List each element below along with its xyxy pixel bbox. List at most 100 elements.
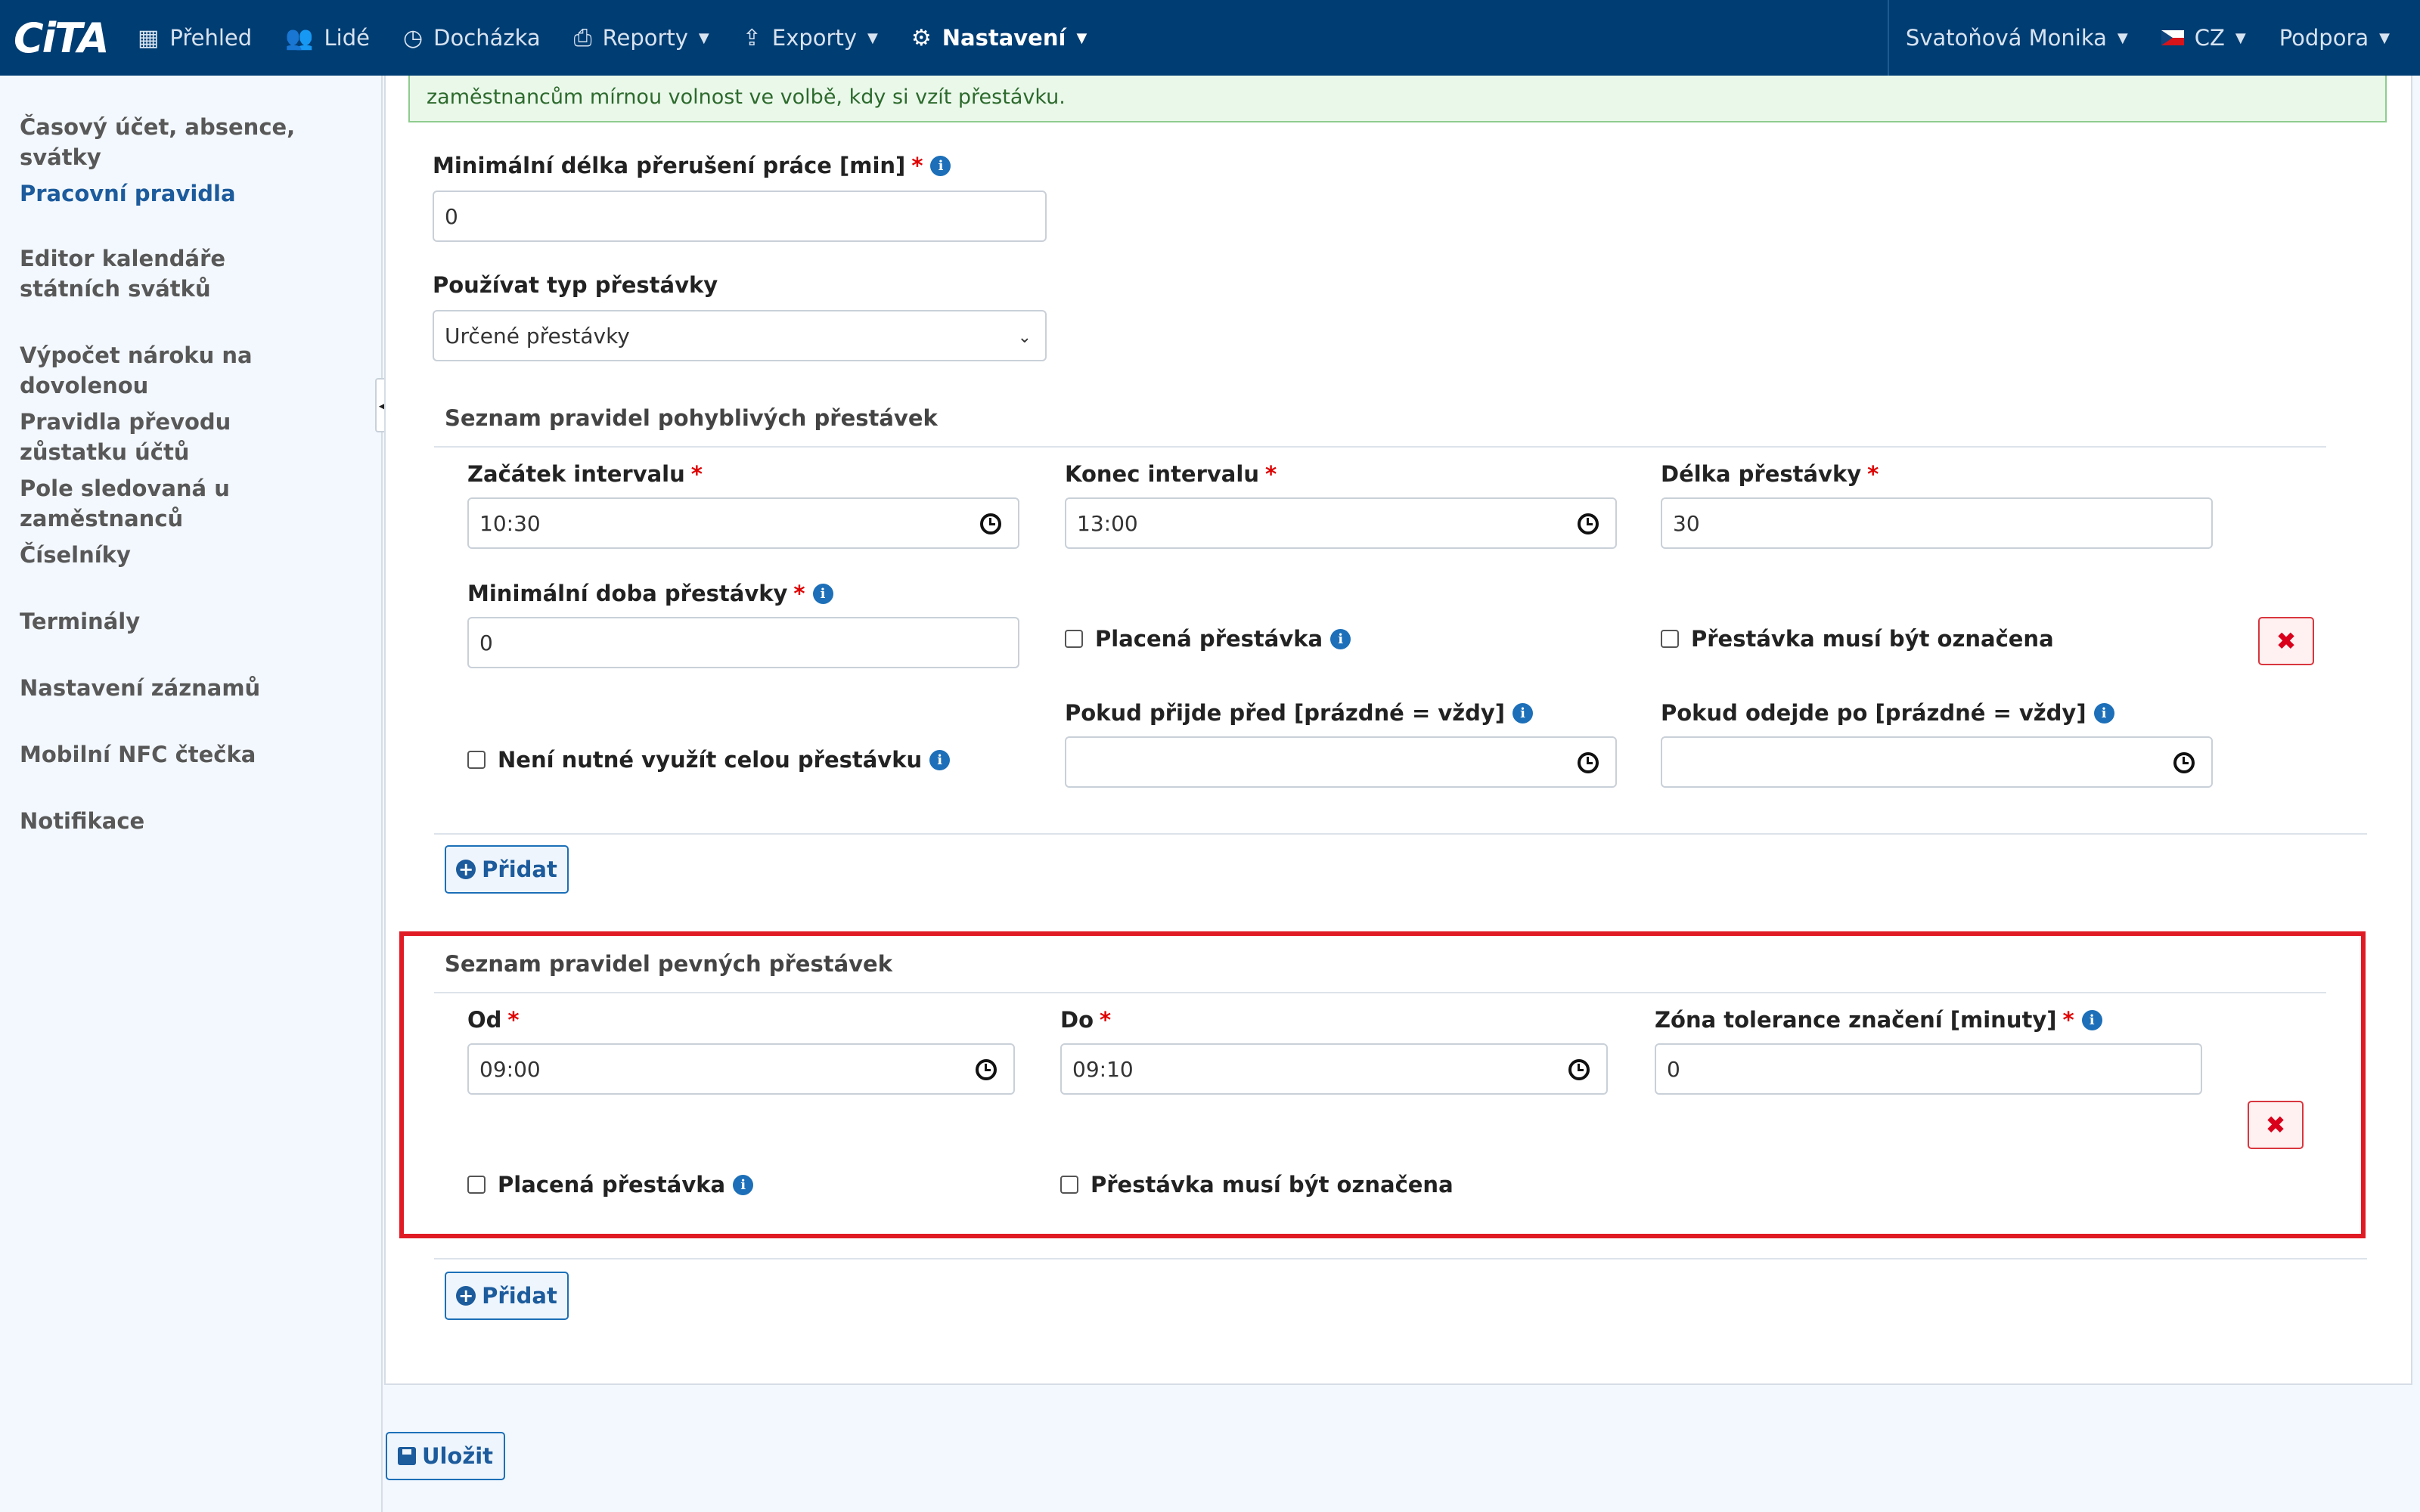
- required-mark: *: [690, 461, 703, 487]
- break-type-label: Používat typ přestávky: [433, 272, 718, 298]
- divider: [434, 1258, 2367, 1259]
- close-icon: ✖: [2265, 1111, 2286, 1139]
- language-menu[interactable]: CZ ▼: [2145, 0, 2263, 76]
- save-button[interactable]: Uložit: [386, 1432, 505, 1480]
- fixed-to-input[interactable]: 09:10: [1060, 1043, 1608, 1095]
- nav-item-exporty[interactable]: ⇪ Exporty ▼: [726, 0, 895, 76]
- clock-icon[interactable]: [1568, 1059, 1590, 1080]
- nav-item-lide[interactable]: 👥 Lidé: [268, 0, 386, 76]
- clock-icon[interactable]: [1578, 513, 1599, 534]
- interval-end-label: Konec intervalu *: [1065, 461, 1277, 487]
- close-icon: ✖: [2276, 627, 2297, 655]
- interval-end-input[interactable]: 13:00: [1065, 497, 1617, 549]
- nav-right: Svatoňová Monika ▼ CZ ▼ Podpora ▼: [1887, 0, 2420, 76]
- delete-fixed-rule-button[interactable]: ✖: [2248, 1101, 2304, 1149]
- printer-icon: ⎙: [573, 24, 592, 51]
- clock-icon: ◷: [402, 24, 424, 51]
- fixed-from-input[interactable]: 09:00: [467, 1043, 1015, 1095]
- nav-item-nastaveni[interactable]: ⚙ Nastavení ▼: [895, 0, 1103, 76]
- clock-icon[interactable]: [1578, 752, 1599, 773]
- sidebar-item-pravidla-prevodu[interactable]: Pravidla převodu zůstatku účtů: [0, 407, 363, 467]
- delete-flexible-rule-button[interactable]: ✖: [2258, 617, 2314, 665]
- checkbox-box[interactable]: [1060, 1176, 1078, 1194]
- info-icon[interactable]: i: [930, 155, 951, 176]
- required-mark: *: [2062, 1007, 2074, 1033]
- sidebar-item-nastaveni-zaznamu[interactable]: Nastavení záznamů: [0, 673, 363, 703]
- nav-item-reporty[interactable]: ⎙ Reporty ▼: [557, 0, 726, 76]
- nav-label: Lidé: [324, 25, 370, 51]
- chevron-down-icon: ▼: [867, 29, 878, 46]
- break-type-select[interactable]: Určené přestávky ⌄: [433, 310, 1047, 361]
- nav-label: Nastavení: [942, 25, 1066, 51]
- sidebar-item-pracovni-pravidla[interactable]: Pracovní pravidla: [0, 178, 363, 209]
- info-icon[interactable]: i: [1330, 628, 1351, 649]
- nav-item-dochazka[interactable]: ◷ Docházka: [386, 0, 557, 76]
- info-icon[interactable]: i: [2081, 1009, 2102, 1030]
- break-length-label: Délka přestávky *: [1661, 461, 1879, 487]
- support-menu[interactable]: Podpora ▼: [2263, 0, 2420, 76]
- sidebar-item-vypocet-naroku[interactable]: Výpočet nároku na dovolenou: [0, 340, 363, 401]
- leave-after-label: Pokud odejde po [prázdné = vždy] i: [1661, 700, 2114, 726]
- flexible-paid-break-checkbox[interactable]: Placená přestávka i: [1065, 626, 1351, 652]
- interval-start-input[interactable]: 10:30: [467, 497, 1019, 549]
- divider: [434, 833, 2367, 835]
- tolerance-zone-input[interactable]: 0: [1655, 1043, 2202, 1095]
- divider: [434, 446, 2326, 448]
- tolerance-zone-label: Zóna tolerance značení [minuty] * i: [1655, 1007, 2102, 1033]
- app-logo[interactable]: CiTA: [0, 0, 121, 76]
- nav-item-prehled[interactable]: ▦ Přehled: [121, 0, 268, 76]
- checkbox-box[interactable]: [467, 751, 486, 769]
- nav-label: Docházka: [433, 25, 541, 51]
- min-break-duration-input[interactable]: 0: [467, 617, 1019, 668]
- required-mark: *: [911, 153, 923, 178]
- sidebar-item-pole-sledovana[interactable]: Pole sledovaná u zaměstnanců: [0, 473, 363, 534]
- save-icon: [397, 1447, 416, 1465]
- chevron-down-icon: ▼: [2235, 29, 2246, 46]
- user-name: Svatoňová Monika: [1905, 25, 2107, 51]
- clock-icon[interactable]: [980, 513, 1001, 534]
- sidebar-item-mobilni-nfc[interactable]: Mobilní NFC čtečka: [0, 739, 363, 770]
- sidebar-item-casovy-ucet[interactable]: Časový účet, absence, svátky: [0, 112, 363, 172]
- chevron-down-icon: ⌄: [1017, 328, 1032, 347]
- add-flexible-rule-button[interactable]: + Přidat: [445, 845, 569, 894]
- fixed-from-label: Od *: [467, 1007, 520, 1033]
- clock-icon[interactable]: [976, 1059, 997, 1080]
- info-icon[interactable]: i: [733, 1174, 754, 1195]
- required-mark: *: [1100, 1007, 1112, 1033]
- interval-start-label: Začátek intervalu *: [467, 461, 703, 487]
- user-menu[interactable]: Svatoňová Monika ▼: [1889, 0, 2145, 76]
- sidebar-item-editor-kalendare[interactable]: Editor kalendáře státních svátků: [0, 243, 333, 304]
- language-label: CZ: [2194, 25, 2225, 51]
- checkbox-box[interactable]: [1065, 630, 1083, 648]
- info-icon[interactable]: i: [929, 749, 951, 770]
- break-length-input[interactable]: 30: [1661, 497, 2213, 549]
- checkbox-box[interactable]: [467, 1176, 486, 1194]
- sidebar-item-ciselniky[interactable]: Číselníky: [0, 540, 363, 570]
- nav-label: Přehled: [169, 25, 253, 51]
- arrive-before-input[interactable]: [1065, 736, 1617, 788]
- info-icon[interactable]: i: [812, 583, 833, 604]
- not-full-break-checkbox[interactable]: Není nutné využít celou přestávku i: [467, 747, 951, 773]
- plus-circle-icon: +: [456, 860, 476, 879]
- flexible-marked-break-checkbox[interactable]: Přestávka musí být označena: [1661, 626, 2054, 652]
- sidebar-item-terminaly[interactable]: Terminály: [0, 606, 363, 637]
- nav-label: Exporty: [771, 25, 857, 51]
- users-icon: 👥: [285, 24, 314, 51]
- sidebar-item-notifikace[interactable]: Notifikace: [0, 806, 363, 836]
- clock-icon[interactable]: [2173, 752, 2195, 773]
- add-fixed-rule-button[interactable]: + Přidat: [445, 1272, 569, 1320]
- leave-after-input[interactable]: [1661, 736, 2213, 788]
- fixed-marked-break-checkbox[interactable]: Přestávka musí být označena: [1060, 1172, 1454, 1198]
- flexible-breaks-title: Seznam pravidel pohyblivých přestávek: [445, 405, 938, 431]
- checkbox-box[interactable]: [1661, 630, 1679, 648]
- support-label: Podpora: [2279, 25, 2369, 51]
- min-break-duration-label: Minimální doba přestávky * i: [467, 581, 833, 606]
- min-break-input[interactable]: 0: [433, 191, 1047, 242]
- info-icon[interactable]: i: [1512, 702, 1534, 723]
- fixed-paid-break-checkbox[interactable]: Placená přestávka i: [467, 1172, 754, 1198]
- info-icon[interactable]: i: [2093, 702, 2114, 723]
- arrive-before-label: Pokud přijde před [prázdné = vždy] i: [1065, 700, 1534, 726]
- gear-icon: ⚙: [911, 24, 932, 51]
- min-break-label: Minimální délka přerušení práce [min] * i: [433, 153, 951, 178]
- required-mark: *: [507, 1007, 520, 1033]
